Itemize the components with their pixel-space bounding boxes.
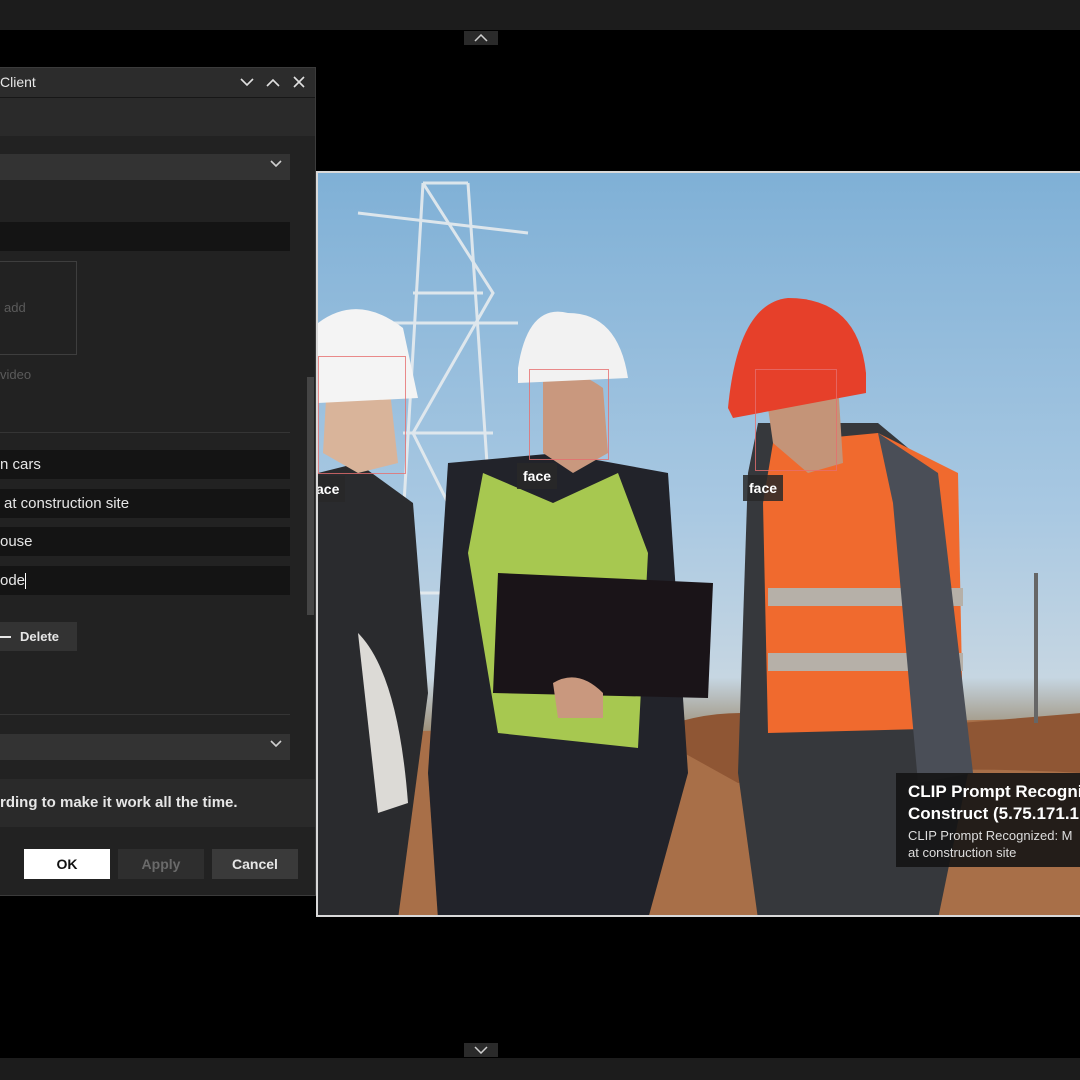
delete-label: Delete bbox=[20, 629, 60, 644]
prompt-input-1[interactable]: n cars bbox=[0, 450, 290, 479]
video-drop-zone[interactable]: add bbox=[0, 261, 77, 355]
settings-dialog: Client add video n cars at construction … bbox=[0, 67, 316, 896]
type-dropdown[interactable] bbox=[0, 154, 290, 180]
collapse-top-button[interactable] bbox=[464, 31, 498, 45]
clip-prompt-notification: CLIP Prompt Recogniz Construct (5.75.171… bbox=[896, 773, 1080, 867]
delete-button[interactable]: Delete bbox=[0, 622, 77, 651]
face-label: face bbox=[517, 463, 558, 489]
prompt-input-2[interactable]: at construction site bbox=[0, 489, 290, 518]
chevron-down-icon bbox=[270, 160, 282, 168]
clip-title-line1: CLIP Prompt Recogniz bbox=[908, 782, 1080, 801]
divider bbox=[0, 432, 290, 433]
prompt-text: at construction site bbox=[4, 495, 130, 512]
maximize-button[interactable] bbox=[264, 73, 282, 91]
close-button[interactable] bbox=[290, 73, 308, 91]
bottom-bar bbox=[0, 1058, 1080, 1080]
divider bbox=[0, 714, 290, 715]
chevron-up-icon bbox=[474, 34, 488, 42]
prompt-input-3[interactable]: ouse bbox=[0, 527, 290, 556]
name-input[interactable] bbox=[0, 222, 290, 251]
chevron-up-icon bbox=[266, 78, 280, 87]
clip-sub-line2: at construction site bbox=[908, 845, 1017, 860]
face-box bbox=[529, 369, 609, 460]
collapse-bottom-button[interactable] bbox=[464, 1043, 498, 1057]
dropzone-hint: add bbox=[4, 300, 26, 315]
scrollbar-thumb[interactable] bbox=[307, 377, 314, 615]
prompt-text: ode bbox=[0, 572, 26, 589]
face-box bbox=[755, 369, 837, 471]
ok-button[interactable]: OK bbox=[24, 849, 110, 879]
face-label: ace bbox=[318, 476, 346, 502]
footer-note: rding to make it work all the time. bbox=[0, 779, 315, 827]
chevron-down-icon bbox=[270, 740, 282, 748]
cancel-button[interactable]: Cancel bbox=[212, 849, 298, 879]
close-icon bbox=[293, 76, 305, 88]
text-caret bbox=[25, 573, 27, 590]
top-bar bbox=[0, 0, 1080, 30]
minimize-button[interactable] bbox=[238, 73, 256, 91]
chevron-down-icon bbox=[240, 77, 254, 86]
face-box bbox=[318, 356, 406, 474]
minus-icon bbox=[0, 635, 11, 638]
secondary-dropdown[interactable] bbox=[0, 734, 290, 760]
face-label: face bbox=[743, 475, 784, 501]
prompt-text: ouse bbox=[0, 533, 33, 550]
chevron-down-icon bbox=[474, 1046, 488, 1054]
clip-sub-line1: CLIP Prompt Recognized: M bbox=[908, 828, 1073, 843]
dialog-title: Client bbox=[0, 74, 36, 90]
dropzone-caption: video bbox=[0, 367, 32, 382]
prompt-input-4[interactable]: ode bbox=[0, 566, 290, 595]
clip-title-line2: Construct (5.75.171.1 bbox=[908, 804, 1080, 823]
dialog-header bbox=[0, 98, 315, 136]
prompt-text: n cars bbox=[0, 456, 41, 473]
apply-button[interactable]: Apply bbox=[118, 849, 204, 879]
dialog-titlebar[interactable]: Client bbox=[0, 68, 315, 98]
